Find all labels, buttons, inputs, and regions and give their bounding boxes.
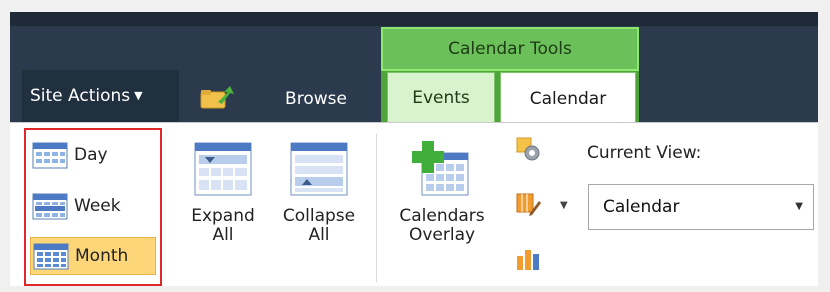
day-scope-button[interactable]: Day — [30, 136, 124, 174]
week-scope-button[interactable]: Week — [30, 187, 134, 225]
site-actions-menu[interactable]: Site Actions ▼ — [22, 70, 179, 122]
tab-browse[interactable]: Browse — [264, 84, 368, 114]
settings-icon[interactable] — [515, 136, 541, 162]
current-view-label: Current View: — [587, 143, 702, 163]
chevron-down-icon: ▼ — [795, 201, 803, 212]
month-scope-button[interactable]: Month — [30, 237, 156, 275]
calendar-month-icon — [33, 243, 69, 270]
chevron-down-icon[interactable]: ▼ — [560, 200, 568, 211]
expand-all-button[interactable]: Expand All — [180, 139, 266, 245]
expand-line2: All — [212, 225, 234, 245]
context-group-calendar-tools: Calendar Tools — [381, 27, 639, 71]
overlay-line1: Calendars — [399, 206, 485, 226]
day-label: Day — [74, 145, 108, 165]
overlay-line2: Overlay — [408, 225, 476, 245]
tab-calendar[interactable]: Calendar — [500, 72, 636, 124]
collapse-all-icon — [290, 142, 348, 196]
top-strip — [10, 12, 818, 26]
calendars-overlay-icon — [412, 141, 469, 196]
expand-all-icon — [194, 142, 252, 196]
edit-columns-icon[interactable] — [515, 191, 541, 217]
navigate-up-icon[interactable] — [200, 84, 236, 110]
site-actions-label: Site Actions — [30, 86, 131, 106]
collapse-line1: Collapse — [282, 206, 356, 226]
calendar-day-icon — [32, 142, 68, 169]
tab-events[interactable]: Events — [387, 72, 495, 122]
calendar-week-icon — [32, 193, 68, 220]
current-view-value: Calendar — [603, 197, 680, 217]
month-label: Month — [75, 246, 129, 266]
group-separator — [376, 134, 377, 282]
chart-icon[interactable] — [515, 246, 541, 272]
collapse-all-button[interactable]: Collapse All — [272, 139, 366, 245]
week-label: Week — [74, 196, 121, 216]
calendars-overlay-button[interactable]: Calendars Overlay — [387, 139, 497, 245]
chevron-down-icon: ▼ — [134, 89, 143, 102]
collapse-line2: All — [308, 225, 330, 245]
current-view-select[interactable]: Calendar ▼ — [588, 184, 814, 230]
expand-line1: Expand — [191, 206, 255, 226]
